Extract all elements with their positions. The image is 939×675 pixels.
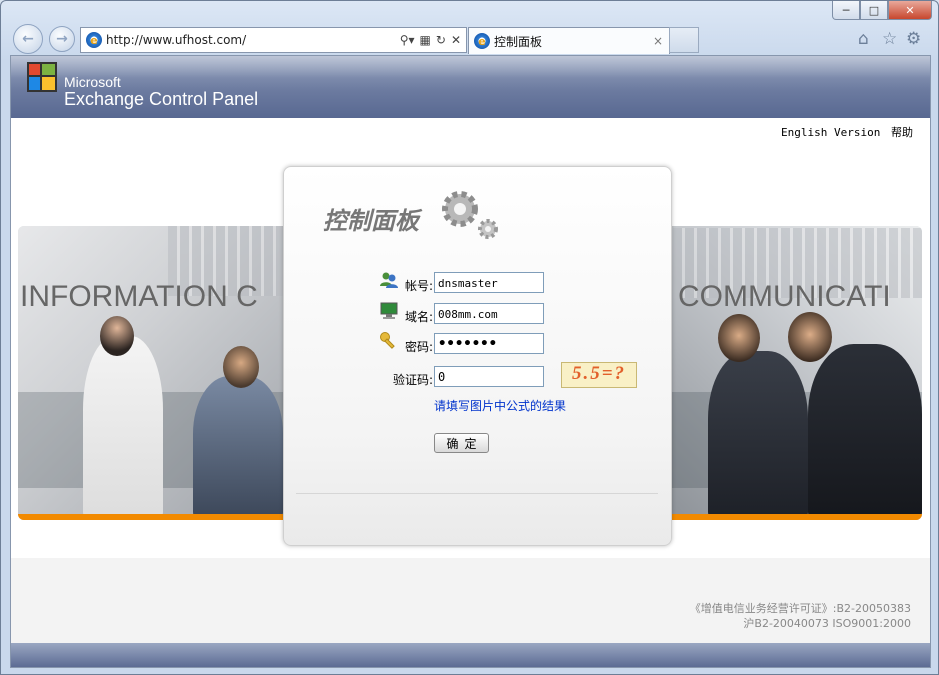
license-line-1: 《增值电信业务经营许可证》:B2-20050383	[689, 602, 911, 615]
monitor-icon	[380, 302, 398, 319]
tab-control-panel[interactable]: e 控制面板 ×	[468, 27, 670, 54]
favorites-star-icon[interactable]: ☆	[882, 29, 897, 49]
close-icon[interactable]: ✕	[888, 1, 932, 20]
back-arrow-icon[interactable]: ←	[13, 24, 43, 54]
gears-icon	[442, 191, 498, 239]
brand-microsoft: Microsoft	[64, 74, 121, 90]
person-photo	[808, 344, 922, 520]
help-link[interactable]: 帮助	[891, 126, 913, 139]
key-icon	[380, 332, 395, 349]
login-card: 控制面板 帐号: dnsmaster 域名: 008mm.com 密码: •••…	[283, 166, 672, 546]
tab-title: 控制面板	[494, 34, 543, 49]
person-photo	[83, 336, 163, 520]
account-row: 帐号: dnsmaster	[284, 272, 671, 296]
captcha-image[interactable]: 5.5=?	[561, 362, 637, 388]
window-controls: ─ □ ✕	[832, 1, 932, 20]
browser-window: ─ □ ✕ ← → e http://www.ufhost.com/ ⚲▾ ▦ …	[0, 0, 939, 675]
header-links: English Version 帮助	[777, 124, 913, 140]
refresh-icon[interactable]: ↻	[436, 33, 446, 47]
english-version-link[interactable]: English Version	[781, 126, 880, 139]
tab-ie-icon: e	[474, 33, 490, 49]
header-banner: Microsoft Exchange Control Panel	[11, 56, 930, 118]
password-label: 密码:	[404, 340, 433, 354]
login-title: 控制面板	[323, 206, 419, 235]
stop-icon[interactable]: ✕	[451, 33, 461, 47]
account-field[interactable]: dnsmaster	[434, 272, 544, 293]
captcha-hint: 请填写图片中公式的结果	[434, 399, 567, 413]
compat-view-icon[interactable]: ▦	[420, 33, 431, 47]
submit-button[interactable]: 确定	[434, 433, 489, 453]
minimize-icon[interactable]: ─	[832, 1, 860, 20]
settings-gear-icon[interactable]: ⚙	[906, 29, 921, 49]
tab-close-icon[interactable]: ×	[653, 34, 663, 48]
search-icon[interactable]: ⚲▾	[400, 33, 415, 47]
password-field[interactable]: •••••••	[434, 333, 544, 354]
account-label: 帐号:	[404, 279, 433, 293]
domain-row: 域名: 008mm.com	[284, 302, 671, 327]
home-icon[interactable]: ⌂	[858, 29, 869, 49]
captcha-row: 验证码: 0 5.5=?	[284, 362, 671, 390]
strip-right-text: COMMUNICATI	[678, 280, 891, 313]
captcha-field[interactable]: 0	[434, 366, 544, 387]
captcha-label: 验证码:	[392, 373, 433, 387]
card-divider	[296, 493, 658, 494]
new-tab-button[interactable]	[669, 27, 699, 53]
brand-product: Exchange Control Panel	[64, 89, 259, 109]
users-icon	[380, 272, 398, 288]
domain-field[interactable]: 008mm.com	[434, 303, 544, 324]
footer-license: 《增值电信业务经营许可证》:B2-20050383 沪B2-20040073 I…	[690, 601, 911, 631]
domain-label: 域名:	[404, 310, 433, 324]
url-text[interactable]: http://www.ufhost.com/	[106, 33, 400, 47]
page-viewport: Microsoft Exchange Control Panel English…	[10, 55, 931, 668]
person-photo	[708, 351, 808, 520]
person-photo	[193, 376, 283, 520]
address-bar[interactable]: e http://www.ufhost.com/ ⚲▾ ▦ ↻ ✕	[80, 27, 467, 53]
strip-left-text: INFORMATION C	[20, 280, 258, 313]
ie-page-icon: e	[86, 32, 102, 48]
footer-bar	[11, 643, 930, 667]
office-logo-icon	[27, 62, 59, 94]
maximize-icon[interactable]: □	[860, 1, 888, 20]
password-row: 密码: •••••••	[284, 332, 671, 357]
forward-arrow-icon[interactable]: →	[49, 26, 75, 52]
license-line-2: 沪B2-20040073 ISO9001:2000	[743, 617, 911, 630]
